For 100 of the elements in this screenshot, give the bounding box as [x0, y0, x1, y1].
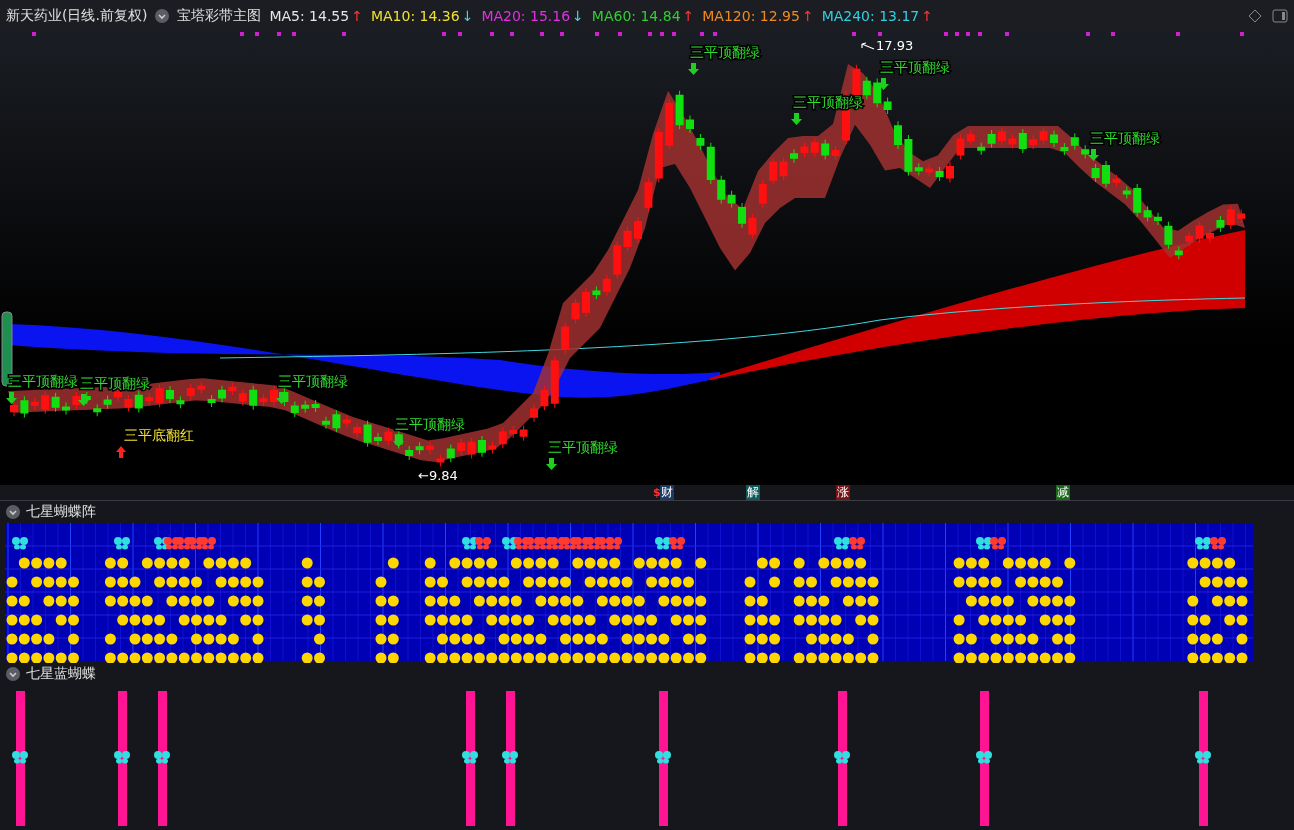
- down-arrow-icon: [546, 458, 557, 470]
- event-marker[interactable]: 涨: [836, 485, 850, 500]
- candlestick: [665, 98, 674, 150]
- candlestick: [790, 149, 798, 163]
- candlestick: [218, 385, 226, 403]
- butterfly-icon: [655, 537, 671, 550]
- candlestick: [1029, 135, 1038, 149]
- down-arrow-icon: [878, 78, 889, 90]
- collapse-icon[interactable]: [6, 505, 20, 519]
- candlestick: [197, 381, 206, 394]
- trend-arrow: ↓: [461, 8, 474, 24]
- candlestick: [51, 392, 60, 412]
- candlestick: [935, 166, 944, 181]
- candlestick: [93, 404, 102, 417]
- butterfly-icon: [976, 537, 992, 550]
- butterfly-icon: [164, 537, 180, 550]
- signal-label: 三平顶翻绿: [1090, 130, 1160, 146]
- candlestick: [10, 400, 18, 417]
- down-arrow-icon: [6, 392, 17, 404]
- low-price-label: ←9.84: [418, 468, 458, 483]
- down-arrow-icon: [78, 394, 89, 406]
- up-arrow-icon: [116, 446, 126, 458]
- down-arrow-icon: [276, 392, 287, 404]
- candlestick: [270, 386, 278, 407]
- candlestick: [166, 386, 174, 404]
- candlestick: [1122, 186, 1131, 199]
- butterfly-icon: [834, 751, 850, 764]
- candlestick: [561, 322, 570, 354]
- candlestick: [748, 213, 757, 239]
- candlestick: [114, 388, 122, 402]
- dollar-mark: $: [653, 485, 661, 500]
- butterfly-icon: [550, 537, 566, 550]
- candlestick: [1060, 142, 1069, 155]
- butterfly-icon: [538, 537, 554, 550]
- candlestick: [821, 139, 830, 160]
- trend-arrow: ↑: [351, 8, 363, 24]
- candlestick: [582, 287, 590, 317]
- butterfly-icon: [562, 537, 578, 550]
- candlestick: [800, 142, 809, 157]
- event-marker[interactable]: 财: [660, 485, 674, 500]
- candlestick: [176, 396, 185, 409]
- butterfly-icon: [114, 537, 130, 550]
- candlestick: [519, 425, 528, 441]
- candlestick: [426, 441, 434, 454]
- butterfly-icon: [1210, 537, 1226, 550]
- candlestick: [322, 416, 330, 429]
- down-arrow-icon: [688, 63, 699, 75]
- candlestick: [894, 121, 902, 149]
- moving-average-value: MA60: 14.84: [591, 8, 681, 24]
- candlestick: [634, 216, 642, 243]
- candlestick: [467, 437, 476, 459]
- candlestick: [290, 401, 299, 418]
- candlestick: [207, 395, 216, 407]
- candlestick: [238, 389, 247, 406]
- candlestick: [1206, 228, 1214, 243]
- candlestick: [103, 395, 112, 409]
- candlestick: [134, 390, 143, 413]
- signal-label: 三平顶翻绿: [690, 44, 760, 60]
- event-marker[interactable]: 减: [1056, 485, 1070, 500]
- stock-title: 新天药业(日线.前复权): [6, 7, 148, 25]
- candlestick: [571, 298, 580, 324]
- signal-label: 三平顶翻绿: [395, 416, 465, 432]
- candlestick: [977, 142, 986, 155]
- trend-arrow: ↓: [572, 8, 584, 24]
- candlestick: [769, 157, 778, 185]
- candlestick: [686, 115, 694, 133]
- butterfly-icon: [114, 751, 130, 764]
- collapse-icon[interactable]: [6, 667, 20, 681]
- candlestick: [998, 127, 1006, 146]
- butterfly-icon: [586, 537, 602, 550]
- candlestick: [228, 382, 237, 396]
- butterfly-icon: [849, 537, 865, 550]
- candlestick: [457, 438, 466, 455]
- candlestick: [415, 442, 424, 455]
- collapse-icon[interactable]: [155, 9, 170, 23]
- moving-average-value: MA20: 15.16: [481, 8, 571, 24]
- butterfly-icon: [669, 537, 685, 550]
- candlestick: [675, 90, 684, 130]
- signal-label: 三平底翻红: [124, 427, 194, 443]
- candlestick: [758, 180, 767, 208]
- pointer-arrow-icon: [861, 42, 875, 50]
- candlestick: [374, 433, 382, 446]
- diamond-icon[interactable]: [1248, 9, 1262, 23]
- candlestick: [384, 427, 393, 445]
- event-marker[interactable]: 解: [746, 485, 760, 500]
- candlestick: [1102, 161, 1110, 188]
- butterfly-icon: [834, 537, 850, 550]
- butterfly-icon: [502, 751, 518, 764]
- butterfly-icon: [12, 537, 28, 550]
- butterfly-icon: [1195, 751, 1211, 764]
- butterfly-icon: [188, 537, 204, 550]
- down-arrow-icon: [1088, 149, 1099, 161]
- high-price-label: 17.93: [876, 38, 914, 53]
- panel-toggle-icon[interactable]: [1272, 9, 1288, 23]
- candlestick: [1237, 209, 1246, 223]
- candlestick: [925, 164, 934, 177]
- trend-arrow: ↑: [682, 8, 695, 24]
- candlestick: [530, 404, 538, 422]
- butterfly-icon: [990, 537, 1006, 550]
- butterfly-icon: [526, 537, 542, 550]
